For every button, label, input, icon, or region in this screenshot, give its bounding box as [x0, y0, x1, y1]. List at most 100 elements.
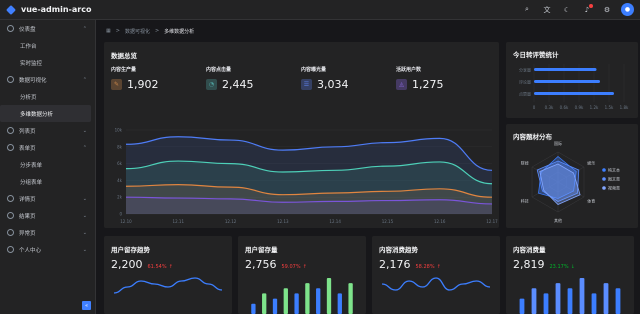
engagement-bar-chart: 0 0.3k 0.6k 0.9k 1.2k 1.5k 1.8k 分享量评论量点赞量: [519, 64, 629, 110]
topic-card: 内容题材分布 国际 娱乐 体育 其他 科技 财经 纯文本 图文类 视频类: [506, 124, 638, 228]
breadcrumb: ▦ > 数据可视化 > 多维数据分析: [106, 25, 194, 37]
chevron-up-icon: ⌃: [82, 25, 87, 32]
x-tick-label: 1.2k: [590, 105, 599, 110]
sidebar-item[interactable]: 列表页 ⌄: [0, 122, 95, 139]
chevron-down-icon: ⌄: [82, 246, 87, 253]
theme-icon[interactable]: ☾: [561, 4, 573, 16]
y-tick-label: 8k: [117, 144, 123, 149]
mini-bar: [251, 303, 256, 314]
sidebar-item[interactable]: 结果页 ⌄: [0, 207, 95, 224]
sidebar-subitem[interactable]: 分步表单: [0, 156, 95, 173]
breadcrumb-item[interactable]: 数据可视化: [125, 28, 150, 35]
mini-bar: [603, 283, 609, 314]
sidebar-item[interactable]: 仪表盘 ⌃: [0, 20, 95, 37]
mini-bar: [316, 288, 321, 314]
mini-bar: [555, 283, 561, 314]
sidebar-item[interactable]: 个人中心 ⌄: [0, 241, 95, 258]
sidebar: 仪表盘 ⌃ 工作台 实时监控 数据可视化 ⌃ 分析页 多维数据分析 列表页 ⌄ 表单页 ⌃ 分步表单 分组…: [0, 20, 96, 314]
language-icon[interactable]: 文: [541, 4, 553, 16]
mini-bar: [591, 293, 597, 314]
sidebar-item-label: 数据可视化: [19, 77, 47, 84]
sidebar-item[interactable]: 异常页 ⌄: [0, 224, 95, 241]
metric-card: 内容消费量 2,819 23.17% ↓: [506, 236, 634, 314]
topic-radar-chart: 国际娱乐体育其他 科技 财经纯文本图文类视频类: [521, 140, 620, 223]
legend-label[interactable]: 纯文本: [608, 167, 620, 173]
metric-mini-chart: [251, 278, 353, 314]
sidebar-subitem[interactable]: 实时监控: [0, 54, 95, 71]
x-tick-label: 0.6k: [560, 105, 569, 110]
x-tick-label: 0.3k: [545, 105, 554, 110]
home-icon[interactable]: ▦: [106, 28, 111, 34]
radar-axis-label: 财经: [521, 159, 529, 165]
trend-line: [381, 277, 491, 291]
notification-dot: [589, 3, 593, 8]
chevron-down-icon: ⌄: [82, 212, 87, 219]
x-tick-label: 12.15: [382, 219, 394, 224]
x-tick-label: 12.13: [277, 219, 289, 224]
mini-bar: [272, 298, 278, 314]
mini-bar: [294, 293, 299, 314]
metric-card: 用户留存趋势 2,200 61.54% ↑: [104, 236, 232, 314]
metric-card: 用户留存量 2,756 59.07% ↑: [238, 236, 366, 314]
engagement-card: 今日转评赞统计 0 0.3k 0.6k 0.9k 1.2k 1.5k 1.8k 分享量 评论量点…: [506, 42, 638, 118]
sidebar-item-label: 结果页: [19, 213, 36, 220]
x-tick-label: 12.14: [329, 219, 341, 224]
y-tick-label: 4k: [117, 178, 123, 183]
radar-axis-label: 娱乐: [587, 159, 595, 165]
sidebar-item[interactable]: 详情页 ⌄: [0, 190, 95, 207]
sidebar-item[interactable]: 数据可视化 ⌃: [0, 71, 95, 88]
menu-icon: [7, 229, 14, 236]
category-label: 分享量: [519, 67, 531, 73]
mini-bar: [579, 278, 585, 314]
x-tick-label: 12.10: [120, 219, 132, 224]
sidebar-subitem[interactable]: 多维数据分析: [0, 105, 91, 122]
header-actions: ⌕ 文 ☾ ♪ ⚙ ●: [521, 3, 634, 16]
trend-line: [113, 277, 223, 294]
metric-mini-chart: [113, 277, 223, 294]
legend-label[interactable]: 视频类: [608, 185, 620, 191]
menu-icon: [7, 76, 14, 83]
sidebar-item-label: 仪表盘: [19, 26, 36, 33]
sidebar-subitem[interactable]: 分析页: [0, 88, 95, 105]
metric-mini-chart: [381, 277, 491, 291]
sidebar-item-label: 个人中心: [19, 247, 42, 254]
bar: [534, 80, 600, 83]
overview-area-chart: 0 2k 4k 6k 8k 10k 12.10 12.11 12.12 12.13 12.14 12.…: [115, 128, 499, 225]
mini-bar: [348, 283, 353, 314]
search-icon[interactable]: ⌕: [521, 4, 533, 16]
sidebar-item-label: 表单页: [19, 145, 36, 152]
sidebar-item-label: 列表页: [19, 128, 36, 135]
sidebar-item-label: 异常页: [19, 230, 36, 237]
chevron-down-icon: ⌄: [82, 195, 87, 202]
x-tick-label: 0: [533, 105, 536, 110]
settings-icon[interactable]: ⚙: [601, 4, 613, 16]
avatar[interactable]: ●: [621, 3, 634, 16]
breadcrumb-current: 多维数据分析: [164, 28, 195, 35]
x-tick-label: 1.5k: [605, 105, 614, 110]
mini-bar: [567, 288, 573, 314]
bell-icon[interactable]: ♪: [581, 3, 593, 16]
collapse-sidebar-button[interactable]: «: [82, 301, 91, 310]
menu-icon: [7, 246, 14, 253]
metric-card: 内容消费趋势 2,176 58.28% ↑: [372, 236, 500, 314]
bar: [534, 92, 614, 95]
x-tick-label: 0.9k: [575, 105, 584, 110]
sidebar-subitem[interactable]: 分组表单: [0, 173, 95, 190]
sidebar-item[interactable]: 表单页 ⌃: [0, 139, 95, 156]
menu-icon: [7, 195, 14, 202]
menu-icon: [7, 212, 14, 219]
mini-bar: [337, 293, 342, 314]
y-tick-label: 2k: [117, 195, 123, 200]
mini-bar: [326, 278, 332, 314]
y-tick-label: 0: [119, 212, 122, 217]
mini-bar: [531, 288, 537, 314]
sidebar-subitem[interactable]: 工作台: [0, 37, 95, 54]
legend-label[interactable]: 图文类: [608, 176, 620, 182]
mini-bar: [262, 293, 267, 314]
menu-icon: [7, 127, 14, 134]
x-tick-label: 12.16: [434, 219, 446, 224]
breadcrumb-sep: >: [115, 28, 120, 34]
mini-bar: [543, 293, 549, 314]
radar-axis-label: 其他: [554, 217, 562, 223]
top-header: vue-admin-arco ⌕ 文 ☾ ♪ ⚙ ●: [0, 0, 640, 20]
